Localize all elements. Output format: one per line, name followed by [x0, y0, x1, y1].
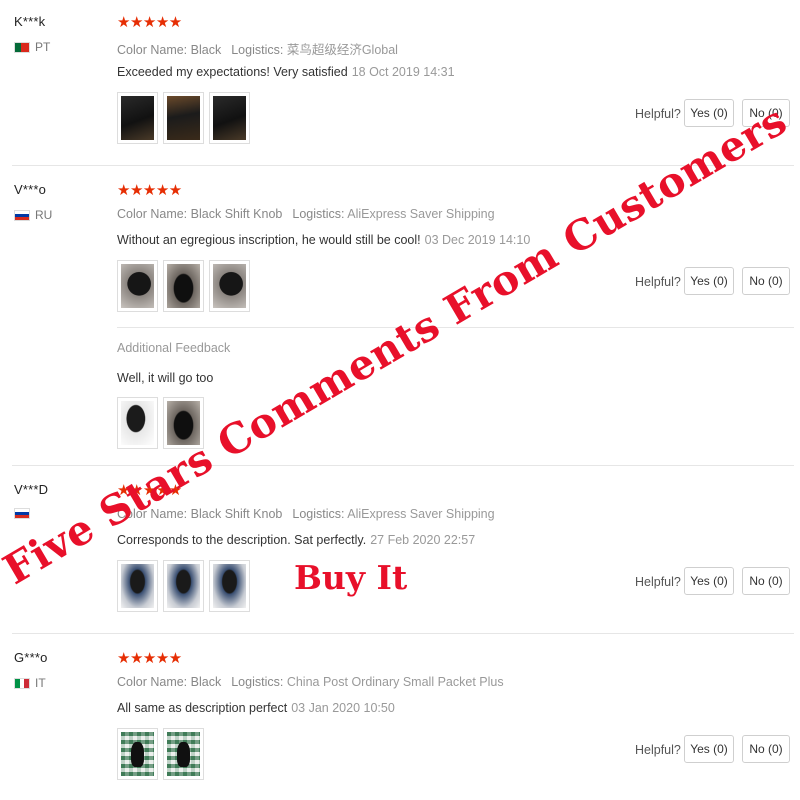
helpful-label: Helpful?: [635, 107, 681, 121]
logistics-label: Logistics:: [292, 207, 345, 221]
review-date: 18 Oct 2019 14:31: [351, 65, 455, 79]
review-photos: [117, 92, 250, 144]
review-photo-thumbnail[interactable]: [163, 728, 204, 780]
helpful-yes-button[interactable]: Yes (0): [684, 567, 734, 595]
review-photos: [117, 560, 250, 612]
country-code: IT: [35, 676, 46, 690]
reviewer-country: [14, 508, 35, 519]
color-name-value: Black Shift Knob: [190, 507, 283, 521]
review-body: Corresponds to the description. Sat perf…: [117, 533, 367, 547]
review-body: Exceeded my expectations! Very satisfied: [117, 65, 348, 79]
reviewer-name: K***k: [14, 14, 46, 29]
additional-feedback-text: Well, it will go too: [117, 371, 214, 385]
color-name-value: Black Shift Knob: [190, 207, 283, 221]
rating-stars: ★★★★★: [117, 13, 182, 31]
divider: [12, 465, 794, 466]
order-meta: Color Name: Black Shift Knob Logistics: A…: [117, 507, 495, 521]
helpful-label: Helpful?: [635, 275, 681, 289]
review-photo-thumbnail[interactable]: [209, 560, 250, 612]
color-name-label: Color Name:: [117, 43, 188, 57]
review-photo-thumbnail[interactable]: [209, 92, 250, 144]
divider: [12, 165, 794, 166]
logistics-label: Logistics:: [231, 43, 284, 57]
divider: [117, 327, 794, 328]
country-flag-icon: [14, 209, 30, 221]
review-body: All same as description perfect: [117, 701, 288, 715]
additional-feedback-label: Additional Feedback: [117, 341, 231, 355]
country-flag-icon: [14, 41, 30, 53]
reviewer-country: RU: [14, 208, 52, 222]
color-name-label: Color Name:: [117, 507, 188, 521]
order-meta: Color Name: Black Logistics: China Post O…: [117, 675, 504, 689]
reviewer-country: PT: [14, 40, 50, 54]
review-text: Without an egregious inscription, he wou…: [117, 233, 530, 247]
review-photo-thumbnail[interactable]: [117, 560, 158, 612]
rating-stars: ★★★★★: [117, 649, 182, 667]
helpful-yes-button[interactable]: Yes (0): [684, 99, 734, 127]
helpful-yes-button[interactable]: Yes (0): [684, 735, 734, 763]
review-date: 03 Jan 2020 10:50: [291, 701, 395, 715]
additional-feedback-photos: [117, 397, 204, 449]
helpful-yes-button[interactable]: Yes (0): [684, 267, 734, 295]
reviewer-country: IT: [14, 676, 46, 690]
logistics-label: Logistics:: [231, 675, 284, 689]
color-name-label: Color Name:: [117, 675, 188, 689]
review-photo-thumbnail[interactable]: [117, 397, 158, 449]
review-text: Exceeded my expectations! Very satisfied…: [117, 65, 455, 79]
logistics-value: China Post Ordinary Small Packet Plus: [286, 675, 504, 689]
review-photo-thumbnail[interactable]: [117, 92, 158, 144]
review-photo-thumbnail[interactable]: [209, 260, 250, 312]
country-code: RU: [35, 208, 53, 222]
review-photo-thumbnail[interactable]: [117, 728, 158, 780]
color-name-value: Black: [190, 675, 222, 689]
logistics-value: AliExpress Saver Shipping: [347, 207, 495, 221]
review-photo-thumbnail[interactable]: [163, 92, 204, 144]
review-photos: [117, 260, 250, 312]
logistics-label: Logistics:: [292, 507, 345, 521]
reviewer-name: V***o: [14, 182, 47, 197]
review-text: All same as description perfect 03 Jan 20…: [117, 701, 395, 715]
country-code: PT: [35, 40, 51, 54]
rating-stars: ★★★★★: [117, 181, 182, 199]
helpful-label: Helpful?: [635, 743, 681, 757]
logistics-value: AliExpress Saver Shipping: [347, 507, 495, 521]
country-flag-icon: [14, 508, 30, 519]
review-photo-thumbnail[interactable]: [117, 260, 158, 312]
review-text: Corresponds to the description. Sat perf…: [117, 533, 475, 547]
helpful-label: Helpful?: [635, 575, 681, 589]
divider: [12, 633, 794, 634]
review-body: Without an egregious inscription, he wou…: [117, 233, 421, 247]
review-photo-thumbnail[interactable]: [163, 260, 204, 312]
review-list: K***k PT ★★★★★ Color Name: Black Logistics: …: [0, 0, 800, 800]
review-photo-thumbnail[interactable]: [163, 397, 204, 449]
review-date: 27 Feb 2020 22:57: [370, 533, 476, 547]
helpful-no-button[interactable]: No (0): [742, 267, 790, 295]
order-meta: Color Name: Black Logistics: 菜鸟超级经济Global: [117, 39, 398, 58]
reviewer-name: V***D: [14, 482, 49, 497]
order-meta: Color Name: Black Shift Knob Logistics: A…: [117, 207, 495, 221]
helpful-no-button[interactable]: No (0): [742, 99, 790, 127]
review-photo-thumbnail[interactable]: [163, 560, 204, 612]
helpful-no-button[interactable]: No (0): [742, 567, 790, 595]
helpful-no-button[interactable]: No (0): [742, 735, 790, 763]
country-flag-icon: [14, 677, 30, 689]
review-date: 03 Dec 2019 14:10: [424, 233, 531, 247]
reviewer-name: G***o: [14, 650, 48, 665]
color-name-label: Color Name:: [117, 207, 188, 221]
review-photos: [117, 728, 204, 780]
rating-stars: ★★★★★: [117, 481, 182, 499]
color-name-value: Black: [190, 43, 222, 57]
logistics-value: 菜鸟超级经济Global: [286, 43, 398, 57]
